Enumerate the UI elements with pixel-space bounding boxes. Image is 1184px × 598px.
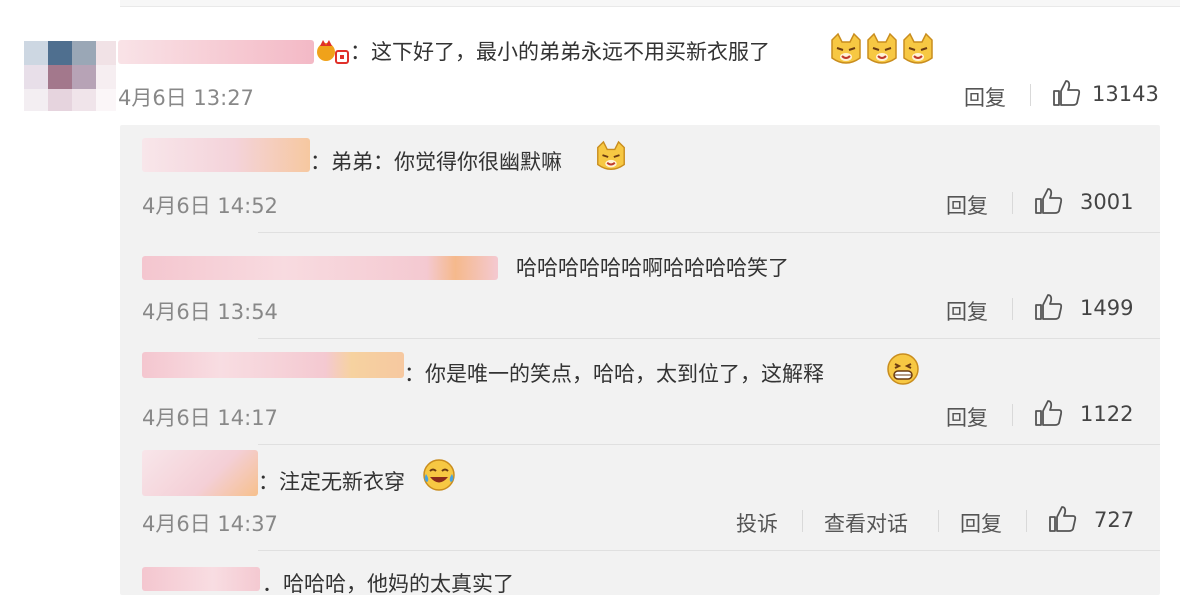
view-conversation-button[interactable]: 查看对话 (824, 508, 908, 538)
divider (1030, 84, 1031, 106)
divider (1026, 510, 1027, 532)
divider (1012, 298, 1013, 320)
dog-face-emoji-icon (828, 32, 936, 72)
avatar[interactable] (24, 41, 116, 111)
like-count: 13143 (1092, 82, 1159, 106)
like-count: 1499 (1080, 296, 1134, 320)
reply-text: ：你是唯一的笑点，哈哈，太到位了，这解释 (404, 362, 824, 386)
reply-username-blurred[interactable] (142, 450, 258, 496)
divider (802, 510, 803, 532)
like-count: 3001 (1080, 190, 1134, 214)
reply-text: ：弟弟：你觉得你很幽默嘛 (310, 150, 562, 174)
divider (1012, 192, 1013, 214)
reply-text: ．哈哈哈，他妈的太真实了 (262, 572, 514, 596)
reply-username-blurred[interactable] (142, 352, 404, 378)
dog-face-emoji-icon (597, 140, 625, 170)
reply-text: ：注定无新衣穿 (258, 470, 405, 494)
like-count: 727 (1094, 508, 1135, 532)
like-count: 1122 (1080, 402, 1134, 426)
reply-timestamp: 4月6日 14:52 (142, 194, 278, 218)
thumbs-up-icon[interactable] (1048, 505, 1078, 533)
reply-username-blurred[interactable] (142, 138, 310, 172)
reply-button[interactable]: 回复 (946, 402, 988, 432)
reply-divider (258, 444, 1160, 445)
laughing-tears-emoji-icon (423, 459, 455, 491)
comment-text: ：这下好了，最小的弟弟永远不用买新衣服了 (350, 40, 770, 64)
thumbs-up-icon[interactable] (1052, 79, 1082, 107)
reply-button[interactable]: 回复 (946, 296, 988, 326)
report-button[interactable]: 投诉 (736, 508, 778, 538)
thumbs-up-icon[interactable] (1034, 187, 1064, 215)
reply-button[interactable]: 回复 (946, 190, 988, 220)
reply-timestamp: 4月6日 14:37 (142, 512, 278, 536)
reply-button[interactable]: 回复 (960, 508, 1002, 538)
username-blurred[interactable] (118, 40, 314, 64)
reply-divider (258, 338, 1160, 339)
reply-timestamp: 4月6日 13:54 (142, 300, 278, 324)
comment-timestamp: 4月6日 13:27 (118, 86, 254, 110)
reply-text: 哈哈哈哈哈哈啊哈哈哈哈笑了 (516, 256, 789, 280)
divider (938, 510, 939, 532)
vip-badge-icon (317, 40, 349, 64)
thumbs-up-icon[interactable] (1034, 399, 1064, 427)
divider (1012, 404, 1013, 426)
thumbs-up-icon[interactable] (1034, 293, 1064, 321)
reply-username-blurred[interactable] (142, 567, 260, 591)
reply-button[interactable]: 回复 (964, 82, 1006, 112)
grinning-face-emoji-icon (887, 353, 919, 385)
previous-comment-edge (120, 0, 1180, 7)
reply-timestamp: 4月6日 14:17 (142, 406, 278, 430)
reply-username-blurred[interactable] (142, 256, 498, 280)
reply-divider (258, 550, 1160, 551)
reply-divider (258, 232, 1160, 233)
